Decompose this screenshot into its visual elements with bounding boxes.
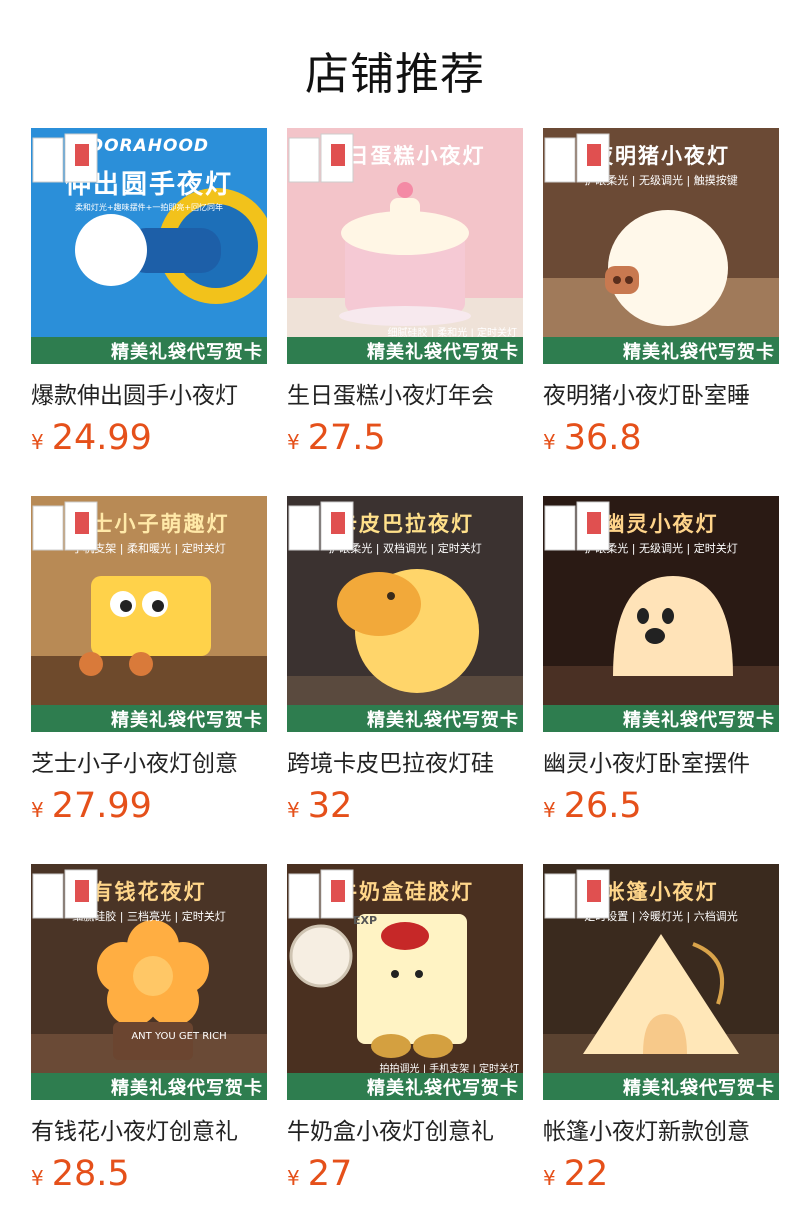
product-price: ¥32 <box>287 786 353 826</box>
product-image[interactable]: 生日蛋糕小夜灯 细腻硅胶 | 柔和光 | 定时关灯 精美礼袋代写贺卡 <box>287 128 523 364</box>
gift-bag-icon <box>32 501 98 551</box>
product-card[interactable]: 有钱花夜灯 细腻硅胶 | 三档亮光 | 定时关灯 ANT YOU GET RIC… <box>31 864 267 1194</box>
product-card[interactable]: 牛奶盒硅胶灯 拍拍调光 | 手机支架 | 定时关灯 EXP 精美礼袋代写贺卡 牛… <box>287 864 523 1194</box>
gift-banner: 精美礼袋代写贺卡 <box>31 337 267 364</box>
gift-banner: 精美礼袋代写贺卡 <box>543 337 779 364</box>
product-name[interactable]: 生日蛋糕小夜灯年会 <box>287 376 523 410</box>
product-image[interactable]: 夜明猪小夜灯 护眼柔光 | 无级调光 | 触摸按键 精美礼袋代写贺卡 <box>543 128 779 364</box>
product-price: ¥26.5 <box>543 786 642 826</box>
gift-bag-icon <box>544 501 610 551</box>
product-price: ¥27.99 <box>31 786 152 826</box>
gift-banner: 精美礼袋代写贺卡 <box>31 705 267 732</box>
gift-banner: 精美礼袋代写贺卡 <box>543 1073 779 1100</box>
product-card[interactable]: 卡皮巴拉夜灯 护眼柔光 | 双档调光 | 定时关灯 精美礼袋代写贺卡 跨境卡皮巴… <box>287 496 523 826</box>
section-title: 店铺推荐 <box>305 49 485 100</box>
product-price: ¥27 <box>287 1154 353 1194</box>
gift-bag-icon <box>32 869 98 919</box>
gift-banner: 精美礼袋代写贺卡 <box>543 705 779 732</box>
gift-banner: 精美礼袋代写贺卡 <box>31 1073 267 1100</box>
product-card[interactable]: 夜明猪小夜灯 护眼柔光 | 无级调光 | 触摸按键 精美礼袋代写贺卡 夜明猪小夜… <box>543 128 779 458</box>
gift-bag-icon <box>288 501 354 551</box>
gift-bag-icon <box>288 869 354 919</box>
product-price: ¥24.99 <box>31 418 152 458</box>
product-card[interactable]: 幽灵小夜灯 护眼柔光 | 无级调光 | 定时关灯 精美礼袋代写贺卡 幽灵小夜灯卧… <box>543 496 779 826</box>
gift-banner: 精美礼袋代写贺卡 <box>287 1073 523 1100</box>
gift-bag-icon <box>32 133 98 183</box>
product-image[interactable]: 帐篷小夜灯 定时设置 | 冷暖灯光 | 六档调光 精美礼袋代写贺卡 <box>543 864 779 1100</box>
product-price: ¥27.5 <box>287 418 386 458</box>
product-image[interactable]: 幽灵小夜灯 护眼柔光 | 无级调光 | 定时关灯 精美礼袋代写贺卡 <box>543 496 779 732</box>
product-price: ¥22 <box>543 1154 609 1194</box>
product-card[interactable]: DORAHOOD 伸出圆手夜灯 柔和灯光+趣味摆件+一拍即亮+回忆同年 精美礼袋… <box>31 128 267 458</box>
product-name[interactable]: 有钱花小夜灯创意礼 <box>31 1112 267 1146</box>
gift-bag-icon <box>288 133 354 183</box>
product-name[interactable]: 牛奶盒小夜灯创意礼 <box>287 1112 523 1146</box>
image-caption: ANT YOU GET RICH <box>131 1031 227 1042</box>
product-name[interactable]: 跨境卡皮巴拉夜灯硅 <box>287 744 523 778</box>
product-price: ¥28.5 <box>31 1154 130 1194</box>
product-image[interactable]: 卡皮巴拉夜灯 护眼柔光 | 双档调光 | 定时关灯 精美礼袋代写贺卡 <box>287 496 523 732</box>
product-name[interactable]: 爆款伸出圆手小夜灯 <box>31 376 267 410</box>
image-subtitle: 柔和灯光+趣味摆件+一拍即亮+回忆同年 <box>74 203 224 212</box>
product-card[interactable]: 帐篷小夜灯 定时设置 | 冷暖灯光 | 六档调光 精美礼袋代写贺卡 帐篷小夜灯新… <box>543 864 779 1194</box>
product-price: ¥36.8 <box>543 418 642 458</box>
product-image[interactable]: DORAHOOD 伸出圆手夜灯 柔和灯光+趣味摆件+一拍即亮+回忆同年 精美礼袋… <box>31 128 267 364</box>
gift-banner: 精美礼袋代写贺卡 <box>287 337 523 364</box>
product-image[interactable]: 有钱花夜灯 细腻硅胶 | 三档亮光 | 定时关灯 ANT YOU GET RIC… <box>31 864 267 1100</box>
product-image[interactable]: 芝士小子萌趣灯 手机支架 | 柔和暖光 | 定时关灯 精美礼袋代写贺卡 <box>31 496 267 732</box>
product-name[interactable]: 芝士小子小夜灯创意 <box>31 744 267 778</box>
product-name[interactable]: 帐篷小夜灯新款创意 <box>543 1112 779 1146</box>
product-card[interactable]: 芝士小子萌趣灯 手机支架 | 柔和暖光 | 定时关灯 精美礼袋代写贺卡 芝士小子… <box>31 496 267 826</box>
product-image[interactable]: 牛奶盒硅胶灯 拍拍调光 | 手机支架 | 定时关灯 EXP 精美礼袋代写贺卡 <box>287 864 523 1100</box>
gift-bag-icon <box>544 869 610 919</box>
gift-bag-icon <box>544 133 610 183</box>
product-name[interactable]: 夜明猪小夜灯卧室睡 <box>543 376 779 410</box>
product-card[interactable]: 生日蛋糕小夜灯 细腻硅胶 | 柔和光 | 定时关灯 精美礼袋代写贺卡 生日蛋糕小… <box>287 128 523 458</box>
gift-banner: 精美礼袋代写贺卡 <box>287 705 523 732</box>
product-name[interactable]: 幽灵小夜灯卧室摆件 <box>543 744 779 778</box>
